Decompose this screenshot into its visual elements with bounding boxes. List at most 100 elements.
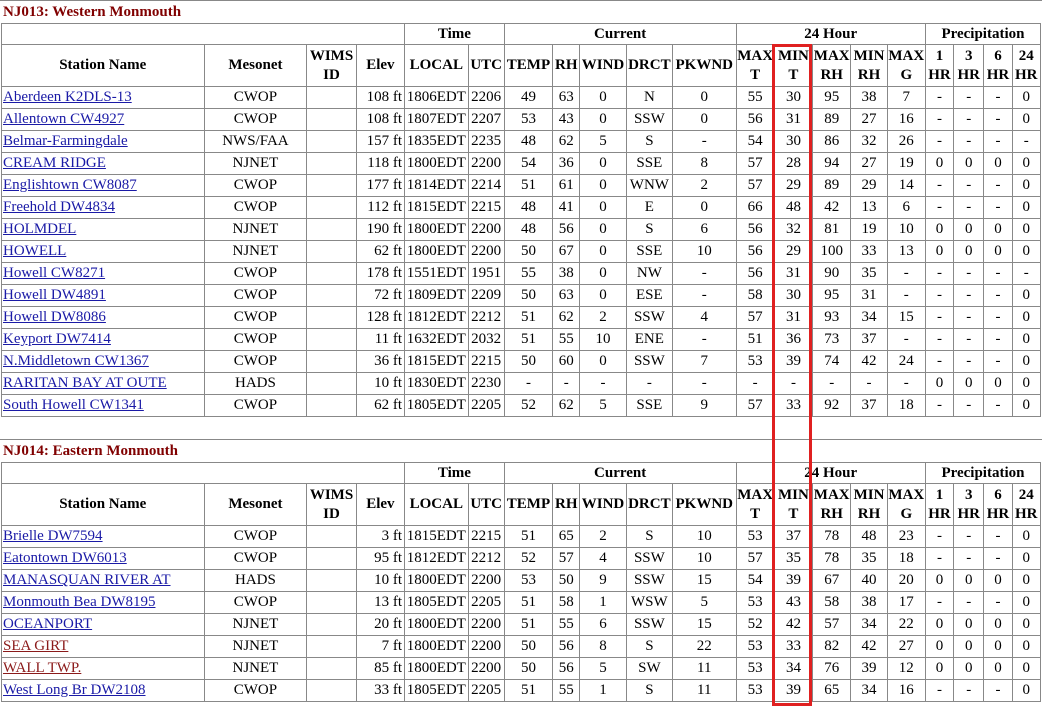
precip-1hr-cell: - xyxy=(924,306,955,329)
station-link[interactable]: Eatontown DW6013 xyxy=(3,550,127,566)
min-rh-cell: 13 xyxy=(850,196,888,219)
station-link[interactable]: RARITAN BAY AT OUTE xyxy=(3,375,167,391)
col-header-wind: WIND xyxy=(579,44,627,87)
station-link[interactable]: Englishtown CW8087 xyxy=(3,177,137,193)
station-link[interactable]: Howell DW4891 xyxy=(3,287,106,303)
precip-3hr-cell: 0 xyxy=(953,372,985,395)
station-link[interactable]: Howell DW8086 xyxy=(3,309,106,325)
zone-title: NJ013: Western Monmouth xyxy=(0,0,1042,23)
station-link[interactable]: HOWELL xyxy=(3,243,66,259)
max-t-cell: 58 xyxy=(735,284,775,307)
pkwnd-cell: 6 xyxy=(672,218,737,241)
rh-cell: 56 xyxy=(552,657,581,680)
station-link[interactable]: HOLMDEL xyxy=(3,221,76,237)
min-rh-cell: 48 xyxy=(850,525,888,548)
wims-id-cell xyxy=(306,569,357,592)
station-link[interactable]: WALL TWP. xyxy=(3,660,81,676)
precip-24hr-cell: 0 xyxy=(1011,569,1042,592)
local-time-cell: 1551EDT xyxy=(404,262,469,285)
col-header-elev: Elev xyxy=(355,44,406,87)
station-row: N.Middletown CW1367 CWOP 36 ft 1815EDT 2215 5… xyxy=(1,350,1042,373)
station-link[interactable]: SEA GIRT xyxy=(3,638,68,654)
station-link[interactable]: Allentown CW4927 xyxy=(3,111,124,127)
group-current: Current xyxy=(503,462,737,484)
precip-3hr-cell: - xyxy=(953,196,985,219)
min-t-cell: 30 xyxy=(773,284,814,307)
col-header-drct: DRCT xyxy=(625,44,674,87)
station-table: Time Current 24 Hour Precipitation Station N… xyxy=(0,23,1042,417)
temp-cell: 51 xyxy=(503,525,554,548)
pkwnd-cell: 15 xyxy=(672,569,737,592)
rh-cell: 55 xyxy=(552,613,581,636)
utc-time-cell: 2032 xyxy=(467,328,505,351)
rh-cell: 62 xyxy=(552,306,581,329)
min-rh-cell: 37 xyxy=(850,328,888,351)
station-link[interactable]: Howell CW8271 xyxy=(3,265,105,281)
station-row: Eatontown DW6013 CWOP 95 ft 1812EDT 2212 52 57… xyxy=(1,547,1042,570)
precip-6hr-cell: - xyxy=(983,196,1013,219)
col-header-max-t: MAX T xyxy=(735,44,775,87)
station-link[interactable]: N.Middletown CW1367 xyxy=(3,353,149,369)
rh-cell: 43 xyxy=(552,108,581,131)
temp-cell: 55 xyxy=(503,262,554,285)
max-t-cell: 57 xyxy=(735,174,775,197)
drct-cell: SSW xyxy=(625,306,674,329)
utc-time-cell: 2200 xyxy=(467,152,505,175)
temp-cell: 51 xyxy=(503,591,554,614)
station-link[interactable]: Freehold DW4834 xyxy=(3,199,115,215)
min-rh-cell: 35 xyxy=(850,547,888,570)
utc-time-cell: 2214 xyxy=(467,174,505,197)
wind-cell: 2 xyxy=(579,525,627,548)
col-header-temp: TEMP xyxy=(503,44,554,87)
precip-24hr-cell: 0 xyxy=(1011,306,1042,329)
pkwnd-cell: 7 xyxy=(672,350,737,373)
precip-24hr-cell: 0 xyxy=(1011,240,1042,263)
mesonet-cell: HADS xyxy=(203,372,308,395)
precip-6hr-cell: 0 xyxy=(983,372,1013,395)
station-name-cell: SEA GIRT xyxy=(1,635,205,658)
utc-time-cell: 1951 xyxy=(467,262,505,285)
pkwnd-cell: - xyxy=(672,284,737,307)
col-header-precip-3hr: 3 HR xyxy=(953,44,985,87)
station-link[interactable]: CREAM RIDGE xyxy=(3,155,106,171)
max-t-cell: 53 xyxy=(735,657,775,680)
station-link[interactable]: Aberdeen K2DLS-13 xyxy=(3,89,132,105)
station-link[interactable]: Belmar-Farmingdale xyxy=(3,133,128,149)
max-t-cell: 57 xyxy=(735,547,775,570)
station-link[interactable]: South Howell CW1341 xyxy=(3,397,144,413)
precip-24hr-cell: 0 xyxy=(1011,196,1042,219)
precip-1hr-cell: - xyxy=(924,525,955,548)
min-rh-cell: - xyxy=(850,372,888,395)
rh-cell: 56 xyxy=(552,635,581,658)
precip-3hr-cell: - xyxy=(953,262,985,285)
precip-24hr-cell: 0 xyxy=(1011,547,1042,570)
station-link[interactable]: MANASQUAN RIVER AT xyxy=(3,572,171,588)
wims-id-cell xyxy=(306,86,357,109)
rh-cell: 38 xyxy=(552,262,581,285)
drct-cell: SSW xyxy=(625,108,674,131)
precip-24hr-cell: 0 xyxy=(1011,284,1042,307)
wims-id-cell xyxy=(306,657,357,680)
elev-cell: 118 ft xyxy=(355,152,406,175)
station-row: CREAM RIDGE NJNET 118 ft 1800EDT 2200 54 36 0 SS… xyxy=(1,152,1042,175)
wind-cell: 0 xyxy=(579,196,627,219)
precip-24hr-cell: 0 xyxy=(1011,591,1042,614)
station-link[interactable]: Keyport DW7414 xyxy=(3,331,111,347)
precip-6hr-cell: 0 xyxy=(983,240,1013,263)
max-rh-cell: 92 xyxy=(812,394,852,417)
pkwnd-cell: 0 xyxy=(672,86,737,109)
local-time-cell: 1800EDT xyxy=(404,613,469,636)
precip-3hr-cell: - xyxy=(953,679,985,702)
precip-1hr-cell: - xyxy=(924,196,955,219)
max-t-cell: 56 xyxy=(735,218,775,241)
station-link[interactable]: OCEANPORT xyxy=(3,616,92,632)
precip-3hr-cell: - xyxy=(953,108,985,131)
max-g-cell: 16 xyxy=(886,108,926,131)
drct-cell: ENE xyxy=(625,328,674,351)
pkwnd-cell: 9 xyxy=(672,394,737,417)
pkwnd-cell: - xyxy=(672,372,737,395)
station-link[interactable]: West Long Br DW2108 xyxy=(3,682,146,698)
pkwnd-cell: 10 xyxy=(672,240,737,263)
station-link[interactable]: Monmouth Bea DW8195 xyxy=(3,594,155,610)
station-link[interactable]: Brielle DW7594 xyxy=(3,528,103,544)
